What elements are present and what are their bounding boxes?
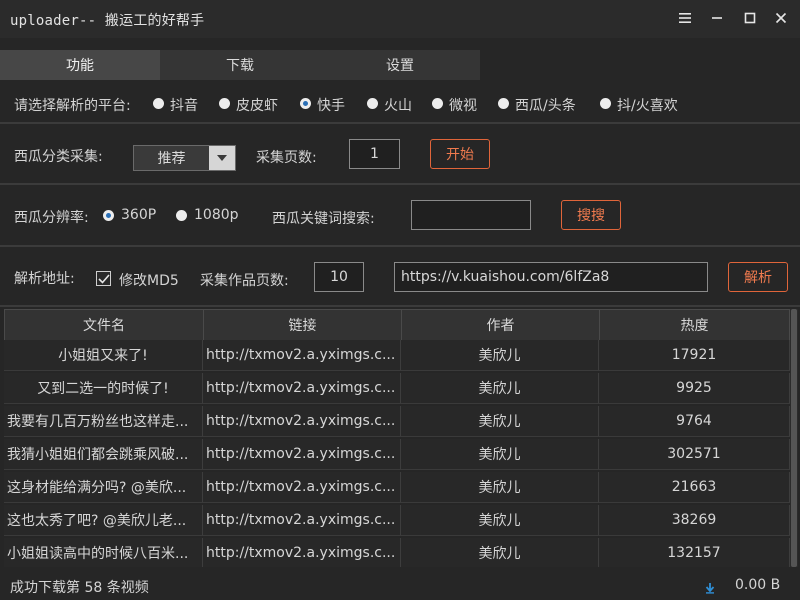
download-arrow-icon	[705, 582, 715, 598]
column-header-link[interactable]: 链接	[203, 309, 402, 341]
table-row[interactable]: 我猜小姐姐们都会跳乘风破... http://txmov2.a.yximgs.c…	[4, 439, 790, 470]
minimize-icon[interactable]	[706, 8, 728, 28]
radio-360p[interactable]	[103, 210, 114, 221]
category-select[interactable]: 推荐	[133, 145, 236, 171]
radio-weishi[interactable]	[432, 98, 443, 109]
md5-checkbox[interactable]	[96, 271, 111, 286]
tab-download[interactable]: 下载	[160, 50, 320, 80]
parse-address-label: 解析地址:	[14, 268, 75, 288]
table-row[interactable]: 这身材能给满分吗? @美欣... http://txmov2.a.yximgs.…	[4, 472, 790, 503]
cell-heat: 9764	[599, 406, 790, 437]
platform-label: 请选择解析的平台:	[14, 95, 131, 115]
cell-filename: 我要有几百万粉丝也这样走...	[4, 406, 203, 437]
column-header-author[interactable]: 作者	[401, 309, 600, 341]
radio-weishi-label[interactable]: 微视	[449, 95, 477, 115]
start-button[interactable]: 开始	[430, 139, 490, 169]
table-header: 文件名 链接 作者 热度	[4, 309, 790, 341]
cell-link: http://txmov2.a.yximgs.c...	[203, 439, 401, 470]
radio-douyin-label[interactable]: 抖音	[170, 95, 198, 115]
cell-heat: 132157	[599, 538, 790, 567]
work-pages-input[interactable]: 10	[314, 262, 364, 292]
table-scrollbar[interactable]	[790, 309, 798, 567]
cell-author: 美欣儿	[401, 538, 599, 567]
tab-settings[interactable]: 设置	[320, 50, 480, 80]
keyword-search-label: 西瓜关键词搜索:	[272, 208, 375, 228]
title-bar: uploader-- 搬运工的好帮手	[0, 0, 800, 38]
cell-link: http://txmov2.a.yximgs.c...	[203, 340, 401, 371]
pages-label: 采集页数:	[256, 147, 317, 167]
cell-heat: 302571	[599, 439, 790, 470]
cell-filename: 又到二选一的时候了!	[4, 373, 203, 404]
table-row[interactable]: 又到二选一的时候了! http://txmov2.a.yximgs.c... 美…	[4, 373, 790, 404]
cell-link: http://txmov2.a.yximgs.c...	[203, 505, 401, 536]
tab-bar: 功能 下载 设置	[0, 50, 800, 80]
cell-filename: 这也太秀了吧? @美欣儿老...	[4, 505, 203, 536]
divider	[0, 305, 800, 307]
radio-douyin[interactable]	[153, 98, 164, 109]
search-button[interactable]: 搜搜	[561, 200, 621, 230]
radio-360p-label[interactable]: 360P	[121, 207, 156, 223]
radio-pipixia[interactable]	[219, 98, 230, 109]
cell-filename: 小姐姐读高中的时候八百米...	[4, 538, 203, 567]
cell-link: http://txmov2.a.yximgs.c...	[203, 472, 401, 503]
cell-author: 美欣儿	[401, 373, 599, 404]
cell-author: 美欣儿	[401, 472, 599, 503]
tab-features[interactable]: 功能	[0, 50, 160, 80]
radio-kuaishou-label[interactable]: 快手	[317, 95, 345, 115]
radio-pipixia-label[interactable]: 皮皮虾	[236, 95, 278, 115]
cell-author: 美欣儿	[401, 505, 599, 536]
cell-author: 美欣儿	[401, 406, 599, 437]
status-message: 成功下载第 58 条视频	[10, 577, 149, 597]
table-row[interactable]: 我要有几百万粉丝也这样走... http://txmov2.a.yximgs.c…	[4, 406, 790, 437]
divider	[0, 245, 800, 247]
radio-huoshan[interactable]	[367, 98, 378, 109]
parse-button[interactable]: 解析	[728, 262, 788, 292]
resolution-label: 西瓜分辨率:	[14, 207, 89, 227]
cell-link: http://txmov2.a.yximgs.c...	[203, 373, 401, 404]
table-row[interactable]: 这也太秀了吧? @美欣儿老... http://txmov2.a.yximgs.…	[4, 505, 790, 536]
cell-link: http://txmov2.a.yximgs.c...	[203, 538, 401, 567]
keyword-search-input[interactable]	[411, 200, 531, 230]
download-speed: 0.00 B	[735, 577, 780, 593]
radio-xigua-toutiao[interactable]	[498, 98, 509, 109]
table-row[interactable]: 小姐姐读高中的时候八百米... http://txmov2.a.yximgs.c…	[4, 538, 790, 567]
xigua-category-label: 西瓜分类采集:	[14, 146, 103, 166]
cell-filename: 小姐姐又来了!	[4, 340, 203, 371]
checkmark-icon	[98, 274, 110, 284]
cell-heat: 21663	[599, 472, 790, 503]
status-bar: 成功下载第 58 条视频 0.00 B	[0, 570, 800, 600]
divider	[0, 122, 800, 124]
cell-heat: 38269	[599, 505, 790, 536]
radio-1080p[interactable]	[176, 210, 187, 221]
category-select-value: 推荐	[134, 148, 209, 168]
radio-dou-huo-like[interactable]	[600, 98, 611, 109]
radio-kuaishou[interactable]	[300, 98, 311, 109]
pages-input[interactable]: 1	[349, 139, 400, 169]
radio-xigua-toutiao-label[interactable]: 西瓜/头条	[515, 95, 576, 115]
radio-huoshan-label[interactable]: 火山	[384, 95, 412, 115]
column-header-heat[interactable]: 热度	[599, 309, 790, 341]
chevron-down-icon[interactable]	[209, 146, 235, 170]
column-header-filename[interactable]: 文件名	[4, 309, 204, 341]
cell-author: 美欣儿	[401, 439, 599, 470]
cell-author: 美欣儿	[401, 340, 599, 371]
table-row[interactable]: 小姐姐又来了! http://txmov2.a.yximgs.c... 美欣儿 …	[4, 340, 790, 371]
scrollbar-thumb[interactable]	[791, 309, 797, 567]
radio-1080p-label[interactable]: 1080p	[194, 207, 239, 223]
md5-label[interactable]: 修改MD5	[119, 270, 179, 290]
menu-icon[interactable]	[674, 8, 696, 28]
radio-dou-huo-like-label[interactable]: 抖/火喜欢	[617, 95, 678, 115]
close-icon[interactable]	[770, 8, 792, 28]
results-table: 文件名 链接 作者 热度 小姐姐又来了! http://txmov2.a.yxi…	[4, 309, 790, 567]
cell-filename: 我猜小姐姐们都会跳乘风破...	[4, 439, 203, 470]
cell-link: http://txmov2.a.yximgs.c...	[203, 406, 401, 437]
cell-heat: 9925	[599, 373, 790, 404]
window-title: uploader-- 搬运工的好帮手	[10, 10, 204, 30]
cell-heat: 17921	[599, 340, 790, 371]
cell-filename: 这身材能给满分吗? @美欣...	[4, 472, 203, 503]
url-input[interactable]: https://v.kuaishou.com/6lfZa8	[394, 262, 708, 292]
maximize-icon[interactable]	[739, 8, 761, 28]
divider	[0, 183, 800, 185]
work-pages-label: 采集作品页数:	[200, 270, 289, 290]
